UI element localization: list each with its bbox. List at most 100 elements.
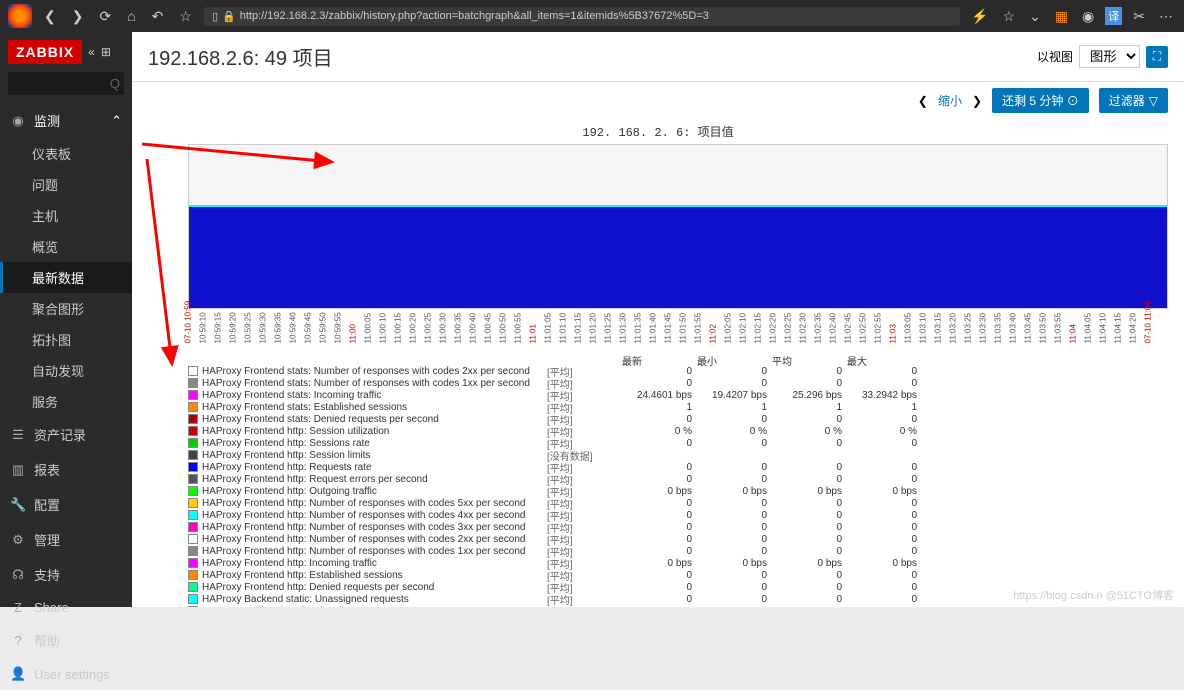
fullscreen-button[interactable]: ⛶ xyxy=(1146,46,1168,68)
sidebar-item-discovery[interactable]: 自动发现 xyxy=(0,355,132,386)
nav-user[interactable]: 👤User settings xyxy=(0,658,132,690)
nav-admin[interactable]: ⚙管理 xyxy=(0,522,132,557)
sidebar-item-maps[interactable]: 拓扑图 xyxy=(0,324,132,355)
x-tick: 11:00:45 xyxy=(484,313,493,344)
legend-color-icon xyxy=(188,438,198,448)
legend-avg: 0 xyxy=(767,570,842,581)
legend-row: HAProxy Frontend http: Number of respons… xyxy=(188,521,1168,533)
sidebar-item-problems[interactable]: 问题 xyxy=(0,169,132,200)
x-tick: 11:02:40 xyxy=(829,313,838,344)
x-tick: 10:59:55 xyxy=(334,312,343,343)
chevron-down-icon[interactable]: ⌄ xyxy=(1026,8,1044,25)
x-axis: 07-10 10:5910:59:1010:59:1510:59:2010:59… xyxy=(188,309,1168,349)
star-icon[interactable]: ☆ xyxy=(175,8,196,25)
undo-icon[interactable]: ↶ xyxy=(148,8,168,25)
legend-avg: 0 xyxy=(767,414,842,425)
zabbix-logo[interactable]: ZABBIX xyxy=(8,40,82,64)
legend-max: 0 xyxy=(842,570,917,581)
legend-avg: 0 xyxy=(767,582,842,593)
browser-logo-icon xyxy=(8,4,32,28)
legend-min: 0 xyxy=(692,498,767,509)
legend-max: 1 xyxy=(842,402,917,413)
nav-right-icon[interactable]: ❯ xyxy=(972,94,982,108)
more-icon[interactable]: ⋯ xyxy=(1156,8,1176,25)
scissors-icon[interactable]: ✂ xyxy=(1130,8,1148,25)
watermark: https://blog.csdn.n @51CTO博客 xyxy=(1013,587,1174,603)
nav-left-icon[interactable]: ❮ xyxy=(918,94,928,108)
legend-item-name: HAProxy Frontend http: Session utilizati… xyxy=(202,426,547,437)
x-tick: 11:02:30 xyxy=(799,313,808,344)
nav-support[interactable]: ☊支持 xyxy=(0,557,132,592)
sidebar-item-dashboard[interactable]: 仪表板 xyxy=(0,138,132,169)
legend-color-icon xyxy=(188,414,198,424)
nav-inventory[interactable]: ☰资产记录 xyxy=(0,417,132,452)
legend-row: HAProxy Frontend http: Incoming traffic … xyxy=(188,557,1168,569)
legend-color-icon xyxy=(188,462,198,472)
x-tick: 11:04:05 xyxy=(1084,313,1093,344)
legend-avg: 0 xyxy=(767,498,842,509)
chart-plot[interactable] xyxy=(188,144,1168,309)
search-input[interactable]: Q xyxy=(8,72,124,95)
sidebar-item-latest-data[interactable]: 最新数据 xyxy=(0,262,132,293)
filter-button[interactable]: 过滤器 ▽ xyxy=(1099,88,1168,113)
nav-config[interactable]: 🔧配置 xyxy=(0,487,132,522)
apps-icon[interactable]: ▦ xyxy=(1052,8,1071,25)
legend-max: 0 xyxy=(842,462,917,473)
nav-share[interactable]: ZShare xyxy=(0,592,132,623)
x-tick: 11:02:35 xyxy=(814,313,823,344)
globe-icon[interactable]: ◉ xyxy=(1079,8,1097,25)
support-icon: ☊ xyxy=(10,567,26,583)
bookmark-icon[interactable]: ☆ xyxy=(1000,8,1019,25)
legend-row: HAProxy Frontend http: Number of respons… xyxy=(188,509,1168,521)
x-tick: 11:03 xyxy=(889,324,898,343)
eye-icon: ◉ xyxy=(10,113,26,129)
x-tick: 11:01:45 xyxy=(664,313,673,344)
url-text: http://192.168.2.3/zabbix/history.php?ac… xyxy=(240,10,709,22)
share-icon: Z xyxy=(10,600,26,615)
nav-help[interactable]: ?帮助 xyxy=(0,623,132,658)
reload-icon[interactable]: ⟳ xyxy=(95,8,115,25)
legend-latest: 0 xyxy=(617,462,692,473)
legend-color-icon xyxy=(188,486,198,496)
x-tick: 10:59:35 xyxy=(274,312,283,343)
legend-avg: 0 xyxy=(767,522,842,533)
legend-min: 0 xyxy=(692,366,767,377)
legend-color-icon xyxy=(188,510,198,520)
nav-reports[interactable]: ▥报表 xyxy=(0,452,132,487)
legend-min: 0 bps xyxy=(692,558,767,569)
forward-icon[interactable]: ❯ xyxy=(68,8,88,25)
sidebar-item-services[interactable]: 服务 xyxy=(0,386,132,417)
url-input[interactable]: ▯ 🔒 http://192.168.2.3/zabbix/history.ph… xyxy=(204,7,960,26)
sidebar-item-overview[interactable]: 概览 xyxy=(0,231,132,262)
separator-icon: ▯ xyxy=(212,10,218,23)
x-tick: 11:02:50 xyxy=(859,313,868,344)
flash-icon[interactable]: ⚡ xyxy=(968,8,991,25)
home-icon[interactable]: ⌂ xyxy=(123,8,139,24)
translate-icon[interactable]: 译 xyxy=(1105,7,1122,25)
time-button[interactable]: 还剩 5 分钟 ⊙ xyxy=(992,88,1089,113)
sidebar-item-screens[interactable]: 聚合图形 xyxy=(0,293,132,324)
legend-max: 0 xyxy=(842,366,917,377)
zoom-out-link[interactable]: 缩小 xyxy=(938,92,962,109)
pin-icon[interactable]: ⊞ xyxy=(101,45,111,59)
x-tick: 11:04:10 xyxy=(1099,313,1108,344)
legend-item-name: HAProxy Frontend http: Number of respons… xyxy=(202,546,547,557)
back-icon[interactable]: ❮ xyxy=(40,8,60,25)
view-select[interactable]: 图形 xyxy=(1079,45,1140,68)
collapse-icon[interactable]: « xyxy=(88,45,95,59)
legend-max: 0 bps xyxy=(842,558,917,569)
help-icon: ? xyxy=(10,633,26,648)
x-tick: 11:01:25 xyxy=(604,313,613,344)
nav-monitoring[interactable]: ◉ 监测 ⌃ xyxy=(0,103,132,138)
x-tick: 11:02:05 xyxy=(724,313,733,344)
legend-avg: 0 xyxy=(767,438,842,449)
legend-row: HAProxy Frontend http: Request errors pe… xyxy=(188,473,1168,485)
x-tick: 11:00:25 xyxy=(424,313,433,344)
x-tick: 11:03:50 xyxy=(1039,313,1048,344)
legend-latest: 0 xyxy=(617,522,692,533)
legend-item-tag: [平均] xyxy=(547,604,617,608)
legend-item-name: HAProxy Frontend http: Incoming traffic xyxy=(202,558,547,569)
sidebar-item-hosts[interactable]: 主机 xyxy=(0,200,132,231)
legend-max: 0 bps xyxy=(842,486,917,497)
legend-avg: 0 bps xyxy=(767,486,842,497)
